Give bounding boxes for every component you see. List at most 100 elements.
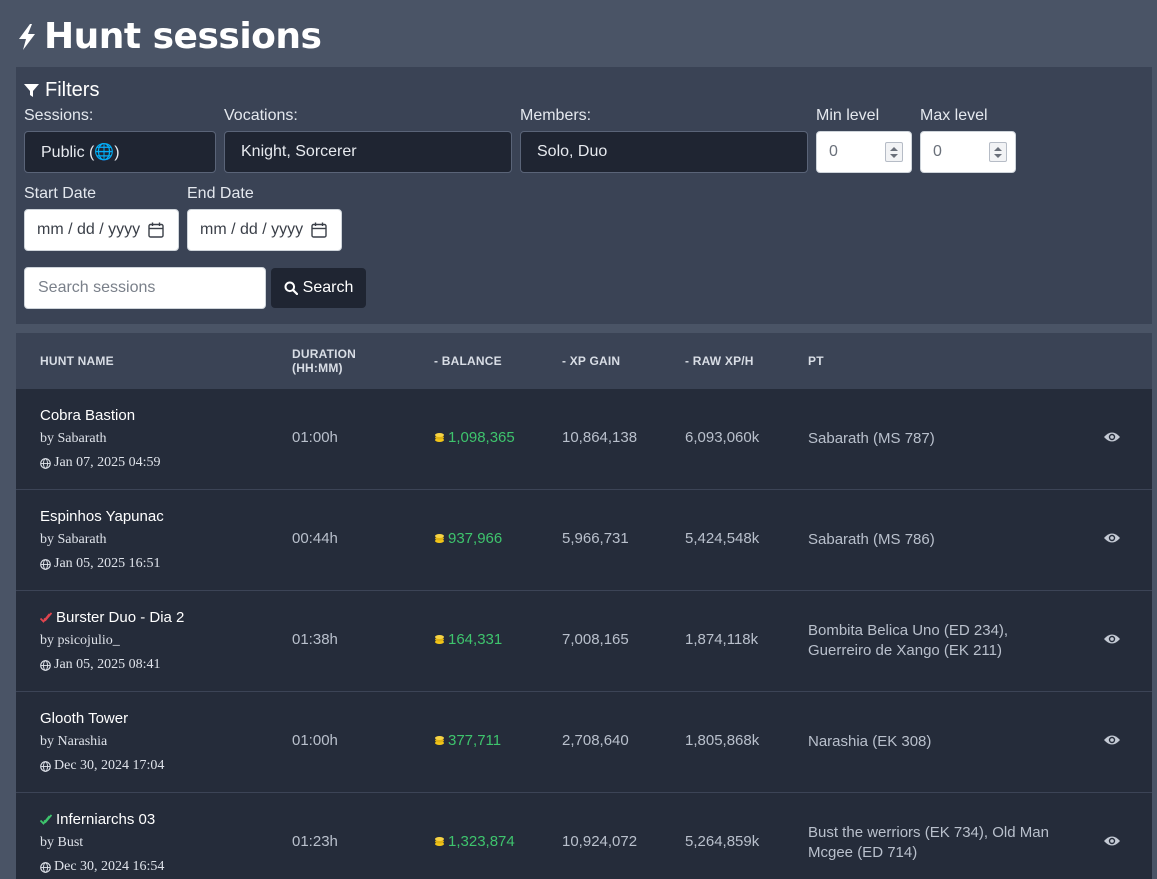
page: Hunt sessions Filters Sessions: Public (… bbox=[0, 0, 1157, 879]
search-button-label: Search bbox=[302, 279, 354, 296]
max-level-label: Max level bbox=[920, 107, 988, 124]
column-raw-xph[interactable]: - RAW XP/H bbox=[685, 354, 754, 368]
eye-icon[interactable] bbox=[1103, 632, 1121, 646]
calendar-icon[interactable] bbox=[148, 222, 164, 238]
hunt-name-text: Glooth Tower bbox=[40, 710, 129, 727]
max-level-value: 0 bbox=[933, 143, 942, 160]
vocations-select[interactable]: Knight, Sorcerer bbox=[224, 131, 512, 173]
eye-icon[interactable] bbox=[1103, 531, 1121, 545]
filters-title: Filters bbox=[45, 79, 100, 101]
start-date-value: mm / dd / yyyy bbox=[37, 221, 141, 238]
hunt-date: Jan 07, 2025 04:59 bbox=[40, 455, 161, 471]
balance-cell: 1,098,365 bbox=[434, 429, 515, 446]
coins-icon bbox=[435, 635, 444, 644]
globe-icon bbox=[40, 659, 51, 671]
filter-icon bbox=[24, 84, 39, 97]
hunt-author: by Narashia bbox=[40, 734, 108, 749]
raw-xph-cell: 1,805,868k bbox=[685, 732, 760, 749]
raw-xph-cell: 5,424,548k bbox=[685, 530, 760, 547]
vocations-label: Vocations: bbox=[224, 107, 298, 124]
duration-cell: 01:38h bbox=[292, 631, 338, 648]
balance-cell: 937,966 bbox=[434, 530, 502, 547]
column-duration[interactable]: DURATION (HH:MM) bbox=[292, 347, 356, 375]
max-level-input[interactable]: 0 bbox=[920, 131, 1016, 173]
eye-icon[interactable] bbox=[1103, 733, 1121, 747]
max-level-stepper[interactable] bbox=[989, 142, 1007, 162]
column-xp-gain[interactable]: - XP GAIN bbox=[562, 354, 620, 368]
pt-line-1: Bust the werriors (EK 734), Old Man bbox=[808, 824, 1049, 841]
pt-line-2: Mcgee (ED 714) bbox=[808, 844, 918, 861]
coins-icon bbox=[435, 736, 444, 745]
globe-icon bbox=[40, 558, 51, 570]
column-pt[interactable]: PT bbox=[808, 354, 824, 368]
hunt-name[interactable]: Burster Duo - Dia 2 bbox=[40, 609, 184, 626]
end-date-input[interactable]: mm / dd / yyyy bbox=[187, 209, 342, 251]
page-title: Hunt sessions bbox=[16, 16, 322, 57]
hunt-date-text: Jan 05, 2025 08:41 bbox=[54, 657, 161, 672]
min-level-stepper[interactable] bbox=[885, 142, 903, 162]
sessions-select[interactable]: Public (🌐) bbox=[24, 131, 216, 173]
calendar-icon[interactable] bbox=[311, 222, 327, 238]
sessions-value: Public (🌐) bbox=[41, 144, 120, 161]
pt-cell: Sabarath (MS 787) bbox=[808, 429, 1078, 449]
xp-gain-cell: 2,708,640 bbox=[562, 732, 629, 749]
pt-line-1: Sabarath (MS 786) bbox=[808, 531, 935, 548]
column-duration-line-2: (HH:MM) bbox=[292, 361, 343, 375]
hunt-date: Dec 30, 2024 17:04 bbox=[40, 758, 164, 774]
members-select[interactable]: Solo, Duo bbox=[520, 131, 808, 173]
hunt-name-text: Inferniarchs 03 bbox=[56, 811, 156, 828]
coins-icon bbox=[435, 433, 444, 442]
eye-icon[interactable] bbox=[1103, 834, 1121, 848]
hunt-date-text: Dec 30, 2024 16:54 bbox=[54, 859, 165, 874]
table-row[interactable]: Inferniarchs 03 by Bust Dec 30, 2024 16:… bbox=[16, 793, 1152, 879]
coins-icon bbox=[435, 837, 444, 846]
pt-cell: Narashia (EK 308) bbox=[808, 732, 1078, 752]
bolt-icon bbox=[19, 23, 35, 50]
balance-value: 377,711 bbox=[448, 732, 502, 749]
hunt-name-text: Burster Duo - Dia 2 bbox=[56, 609, 185, 626]
check-double-icon bbox=[40, 611, 52, 623]
duration-cell: 01:00h bbox=[292, 429, 338, 446]
coins-icon bbox=[435, 534, 444, 543]
pt-cell: Bust the werriors (EK 734), Old Man Mcge… bbox=[808, 823, 1078, 863]
start-date-input[interactable]: mm / dd / yyyy bbox=[24, 209, 179, 251]
column-hunt-name[interactable]: HUNT NAME bbox=[40, 354, 114, 368]
min-level-input[interactable]: 0 bbox=[816, 131, 912, 173]
search-button[interactable]: Search bbox=[271, 268, 366, 308]
hunt-name[interactable]: Glooth Tower bbox=[40, 710, 128, 727]
hunt-author: by Sabarath bbox=[40, 431, 107, 446]
raw-xph-cell: 6,093,060k bbox=[685, 429, 760, 446]
hunt-author: by Bust bbox=[40, 835, 84, 850]
balance-value: 164,331 bbox=[448, 631, 503, 648]
globe-icon bbox=[40, 861, 51, 873]
column-duration-line-1: DURATION bbox=[292, 347, 357, 361]
table-row[interactable]: Cobra Bastion by Sabarath Jan 07, 2025 0… bbox=[16, 389, 1152, 490]
xp-gain-cell: 10,924,072 bbox=[562, 833, 638, 850]
duration-cell: 00:44h bbox=[292, 530, 338, 547]
filters-panel: Filters Sessions: Public (🌐) Vocations: … bbox=[16, 67, 1152, 324]
table-row[interactable]: Burster Duo - Dia 2 by psicojulio_ Jan 0… bbox=[16, 591, 1152, 692]
page-title-text: Hunt sessions bbox=[44, 16, 322, 57]
balance-value: 1,323,874 bbox=[448, 833, 515, 850]
hunt-date: Dec 30, 2024 16:54 bbox=[40, 859, 164, 875]
balance-value: 1,098,365 bbox=[448, 429, 515, 446]
members-value: Solo, Duo bbox=[537, 143, 608, 160]
table-row[interactable]: Espinhos Yapunac by Sabarath Jan 05, 202… bbox=[16, 490, 1152, 591]
start-date-label: Start Date bbox=[24, 185, 97, 202]
eye-icon[interactable] bbox=[1103, 430, 1121, 444]
members-label: Members: bbox=[520, 107, 592, 124]
min-level-label: Min level bbox=[816, 107, 880, 124]
hunt-date-text: Jan 07, 2025 04:59 bbox=[54, 455, 161, 470]
hunt-name[interactable]: Cobra Bastion bbox=[40, 407, 135, 424]
column-balance[interactable]: - BALANCE bbox=[434, 354, 502, 368]
balance-cell: 377,711 bbox=[434, 732, 501, 749]
globe-icon bbox=[40, 457, 51, 469]
xp-gain-cell: 5,966,731 bbox=[562, 530, 629, 547]
table-row[interactable]: Glooth Tower by Narashia Dec 30, 2024 17… bbox=[16, 692, 1152, 793]
hunt-name[interactable]: Inferniarchs 03 bbox=[40, 811, 155, 828]
filters-header[interactable]: Filters bbox=[24, 79, 99, 102]
hunt-name[interactable]: Espinhos Yapunac bbox=[40, 508, 164, 525]
sessions-label: Sessions: bbox=[24, 107, 94, 124]
hunt-author: by Sabarath bbox=[40, 532, 107, 547]
search-input[interactable] bbox=[24, 267, 266, 309]
